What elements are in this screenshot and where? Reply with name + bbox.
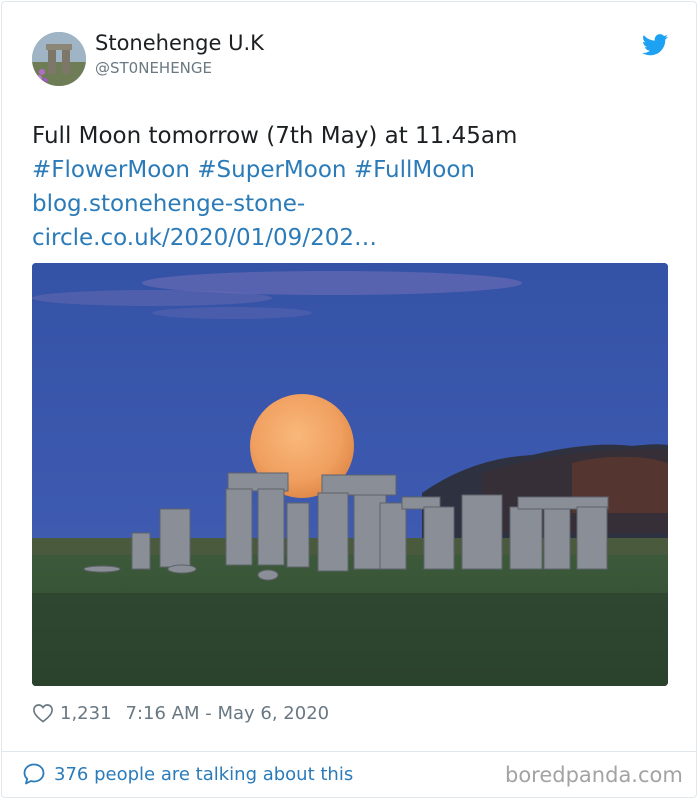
hashtag-line: #FlowerMoon #SuperMoon #FullMoon [32,153,672,187]
tweet-meta: 1,231 7:16 AM - May 6, 2020 [32,700,329,726]
hashtag-fullmoon[interactable]: #FullMoon [354,157,475,183]
like-count[interactable]: 1,231 [60,703,112,724]
tweet-photo[interactable] [32,263,668,686]
avatar[interactable] [32,32,86,86]
watermark: boredpanda.com [505,763,683,787]
conversation-text: 376 people are talking about this [54,763,354,785]
tweet-link-part-2[interactable]: circle.co.uk/2020/01/09/202… [32,221,672,255]
tweet-link-part-1[interactable]: blog.stonehenge-stone- [32,187,672,221]
author-display-name[interactable]: Stonehenge U.K [95,31,264,55]
tweet-text: Full Moon tomorrow (7th May) at 11.45am … [32,119,672,255]
hashtag-supermoon[interactable]: #SuperMoon [197,157,346,183]
author-handle[interactable]: @ST0NEHENGE [95,59,212,77]
conversation-link[interactable]: 376 people are talking about this [22,762,353,786]
speech-bubble-icon [23,763,45,785]
tweet-text-line: Full Moon tomorrow (7th May) at 11.45am [32,123,518,149]
hashtag-flowermoon[interactable]: #FlowerMoon [32,157,190,183]
tweet-timestamp[interactable]: 7:16 AM - May 6, 2020 [126,703,330,724]
heart-icon[interactable] [32,703,54,723]
twitter-bird-icon[interactable] [642,34,668,56]
divider [1,751,697,752]
